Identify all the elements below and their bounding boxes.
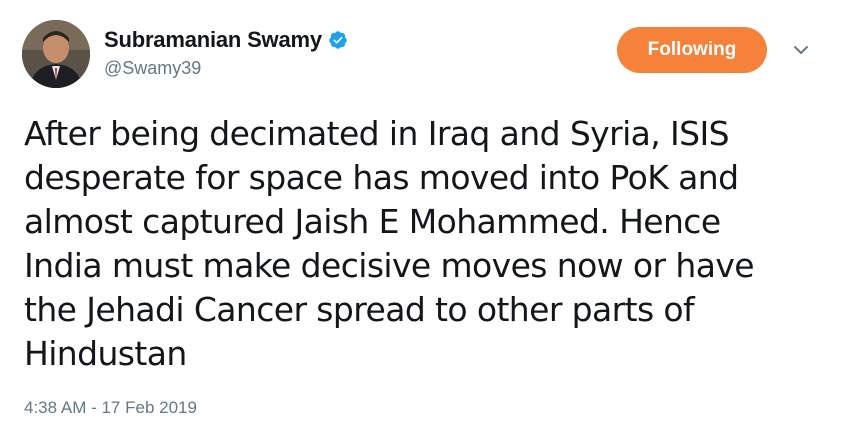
following-button[interactable]: Following <box>617 27 767 73</box>
profile-photo-icon <box>22 20 90 88</box>
name-row: Subramanian Swamy <box>104 26 348 54</box>
tweet-text: After being decimated in Iraq and Syria,… <box>24 114 755 373</box>
author-info: Subramanian Swamy @Swamy39 <box>104 26 348 79</box>
tweet-timestamp[interactable]: 4:38 AM - 17 Feb 2019 <box>24 398 197 418</box>
verified-badge-icon <box>328 30 348 50</box>
chevron-down-icon[interactable] <box>791 40 811 60</box>
avatar[interactable] <box>22 20 90 88</box>
handle[interactable]: @Swamy39 <box>104 58 348 79</box>
tweet-card: Subramanian Swamy @Swamy39 Following Aft… <box>0 0 850 433</box>
display-name[interactable]: Subramanian Swamy <box>104 27 322 53</box>
